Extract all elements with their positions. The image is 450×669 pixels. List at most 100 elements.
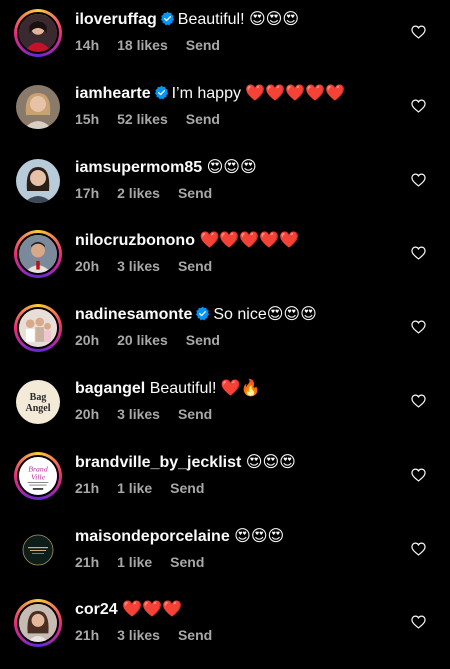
heart-outline-icon[interactable] bbox=[411, 320, 426, 334]
comment-text: ❤️❤️❤️ bbox=[122, 601, 182, 619]
comment-meta: 21h 1 like Send bbox=[75, 554, 400, 570]
avatar[interactable] bbox=[14, 157, 62, 205]
username[interactable]: nadinesamonte bbox=[75, 306, 192, 323]
comment-text: I’m happy ❤️❤️❤️❤️❤️ bbox=[171, 84, 346, 102]
heart-outline-icon[interactable] bbox=[411, 542, 426, 556]
comment-time: 20h bbox=[75, 258, 100, 275]
send-button[interactable]: Send bbox=[170, 554, 204, 570]
comment-line: iloveruffag Beautiful! 😍😍😍 bbox=[75, 9, 400, 31]
comment-item: iamsupermom85 😍😍😍 17h 2 likes Send bbox=[0, 148, 450, 222]
comment-line: brandville_by_jecklist 😍😍😍 bbox=[75, 452, 400, 474]
send-button[interactable]: Send bbox=[186, 37, 220, 53]
like-count[interactable]: 1 like bbox=[117, 554, 152, 570]
avatar-image bbox=[16, 158, 60, 203]
send-button[interactable]: Send bbox=[170, 480, 204, 496]
comment-content: nilocruzbonono ❤️❤️❤️❤️❤️ 20h 3 likes Send bbox=[75, 230, 400, 274]
like-count[interactable]: 20 likes bbox=[117, 332, 168, 348]
comment-content: maisondeporcelaine 😍😍😍 21h 1 like Send bbox=[75, 526, 400, 570]
username[interactable]: brandville_by_jecklist bbox=[75, 454, 241, 471]
heart-outline-icon[interactable] bbox=[411, 99, 426, 113]
send-button[interactable]: Send bbox=[178, 406, 212, 422]
username[interactable]: bagangel bbox=[75, 380, 145, 397]
comment-text: ❤️❤️❤️❤️❤️ bbox=[199, 232, 300, 250]
comment-time: 14h bbox=[75, 37, 100, 53]
send-button[interactable]: Send bbox=[178, 185, 212, 201]
comment-time: 21h bbox=[75, 479, 100, 496]
comment-item: BagAngel Bag Angel bagangel Beautiful! ❤… bbox=[0, 369, 450, 443]
comment-meta: 15h 52 likes Send bbox=[75, 111, 400, 127]
comment-time: 17h bbox=[75, 184, 100, 201]
comment-content: bagangel Beautiful! ❤️🔥 20h 3 likes Send bbox=[75, 378, 400, 422]
send-button[interactable]: Send bbox=[186, 332, 220, 348]
send-button[interactable]: Send bbox=[186, 111, 220, 127]
heart-outline-icon[interactable] bbox=[411, 468, 426, 482]
comment-item: maisondeporcelaine 😍😍😍 21h 1 like Send bbox=[0, 517, 450, 591]
comment-meta: 20h 3 likes Send bbox=[75, 258, 400, 274]
comment-meta: 20h 20 likes Send bbox=[75, 332, 400, 348]
comment-text: 😍😍😍 bbox=[245, 453, 296, 471]
comment-content: brandville_by_jecklist 😍😍😍 21h 1 like Send bbox=[75, 452, 400, 496]
like-count[interactable]: 1 like bbox=[117, 480, 152, 496]
heart-outline-icon[interactable] bbox=[411, 25, 426, 39]
avatar-image: Brand Ville bbox=[17, 454, 59, 497]
comment-line: bagangel Beautiful! ❤️🔥 bbox=[75, 378, 400, 400]
comment-time: 21h bbox=[75, 553, 100, 570]
like-count[interactable]: 3 likes bbox=[117, 258, 160, 274]
comment-time: 21h bbox=[75, 627, 100, 644]
avatar[interactable] bbox=[14, 83, 62, 131]
heart-outline-icon[interactable] bbox=[411, 615, 426, 630]
like-count[interactable]: 3 likes bbox=[117, 627, 160, 643]
avatar-image bbox=[17, 602, 59, 645]
avatar-image: Bag Angel bbox=[16, 379, 60, 424]
avatar-image bbox=[17, 307, 59, 350]
heart-outline-icon[interactable] bbox=[411, 173, 426, 187]
verified-badge-icon bbox=[160, 11, 175, 26]
comment-content: cor24 ❤️❤️❤️ 21h 3 likes Send bbox=[75, 599, 400, 643]
avatar[interactable]: BrandVille Brand Ville bbox=[14, 451, 62, 500]
comment-text: 😍😍😍 bbox=[206, 158, 257, 176]
comment-text: 😍😍😍 bbox=[234, 527, 285, 545]
avatar[interactable] bbox=[14, 526, 62, 574]
username[interactable]: maisondeporcelaine bbox=[75, 528, 230, 545]
avatar[interactable] bbox=[14, 304, 62, 353]
avatar[interactable]: BagAngel Bag Angel bbox=[14, 378, 62, 426]
comment-item: nilocruzbonono ❤️❤️❤️❤️❤️ 20h 3 likes Send bbox=[0, 221, 450, 295]
comment-line: iamsupermom85 😍😍😍 bbox=[75, 157, 400, 179]
username[interactable]: iamhearte bbox=[75, 85, 151, 102]
comment-meta: 14h 18 likes Send bbox=[75, 37, 400, 53]
like-count[interactable]: 3 likes bbox=[117, 406, 160, 422]
heart-outline-icon[interactable] bbox=[411, 246, 426, 261]
comment-line: nilocruzbonono ❤️❤️❤️❤️❤️ bbox=[75, 230, 400, 252]
avatar[interactable] bbox=[14, 599, 62, 648]
avatar[interactable] bbox=[14, 9, 62, 57]
like-count[interactable]: 2 likes bbox=[117, 185, 160, 201]
comments-list: iloveruffag Beautiful! 😍😍😍 14h 18 likes Sen… bbox=[0, 0, 450, 669]
verified-badge-icon bbox=[154, 85, 169, 100]
svg-text:Bag: Bag bbox=[30, 392, 47, 403]
comment-text: Beautiful! 😍😍😍 bbox=[177, 11, 299, 28]
comment-time: 20h bbox=[75, 405, 100, 422]
username[interactable]: nilocruzbonono bbox=[75, 232, 195, 249]
comment-meta: 17h 2 likes Send bbox=[75, 185, 400, 201]
comment-line: cor24 ❤️❤️❤️ bbox=[75, 599, 400, 621]
comment-content: iamhearte I’m happy ❤️❤️❤️❤️❤️ 15h 52 like… bbox=[75, 83, 400, 127]
like-count[interactable]: 18 likes bbox=[117, 37, 168, 53]
comment-meta: 20h 3 likes Send bbox=[75, 406, 400, 422]
comment-content: nadinesamonte So nice😍😍😍 20h 20 likes Send bbox=[75, 304, 400, 348]
comment-text: So nice😍😍😍 bbox=[213, 306, 317, 324]
comment-meta: 21h 3 likes Send bbox=[75, 627, 400, 643]
avatar[interactable] bbox=[14, 230, 62, 279]
username[interactable]: cor24 bbox=[75, 601, 118, 618]
comment-item: iloveruffag Beautiful! 😍😍😍 14h 18 likes Sen… bbox=[0, 0, 450, 74]
avatar-image bbox=[16, 84, 60, 129]
svg-text:Ville: Ville bbox=[31, 472, 46, 481]
comment-time: 20h bbox=[75, 332, 100, 349]
send-button[interactable]: Send bbox=[178, 627, 212, 643]
username[interactable]: iamsupermom85 bbox=[75, 159, 202, 176]
username[interactable]: iloveruffag bbox=[75, 11, 157, 28]
like-count[interactable]: 52 likes bbox=[117, 111, 168, 127]
send-button[interactable]: Send bbox=[178, 258, 212, 274]
heart-outline-icon[interactable] bbox=[411, 394, 426, 408]
comment-line: nadinesamonte So nice😍😍😍 bbox=[75, 304, 400, 326]
verified-badge-icon bbox=[195, 306, 210, 321]
